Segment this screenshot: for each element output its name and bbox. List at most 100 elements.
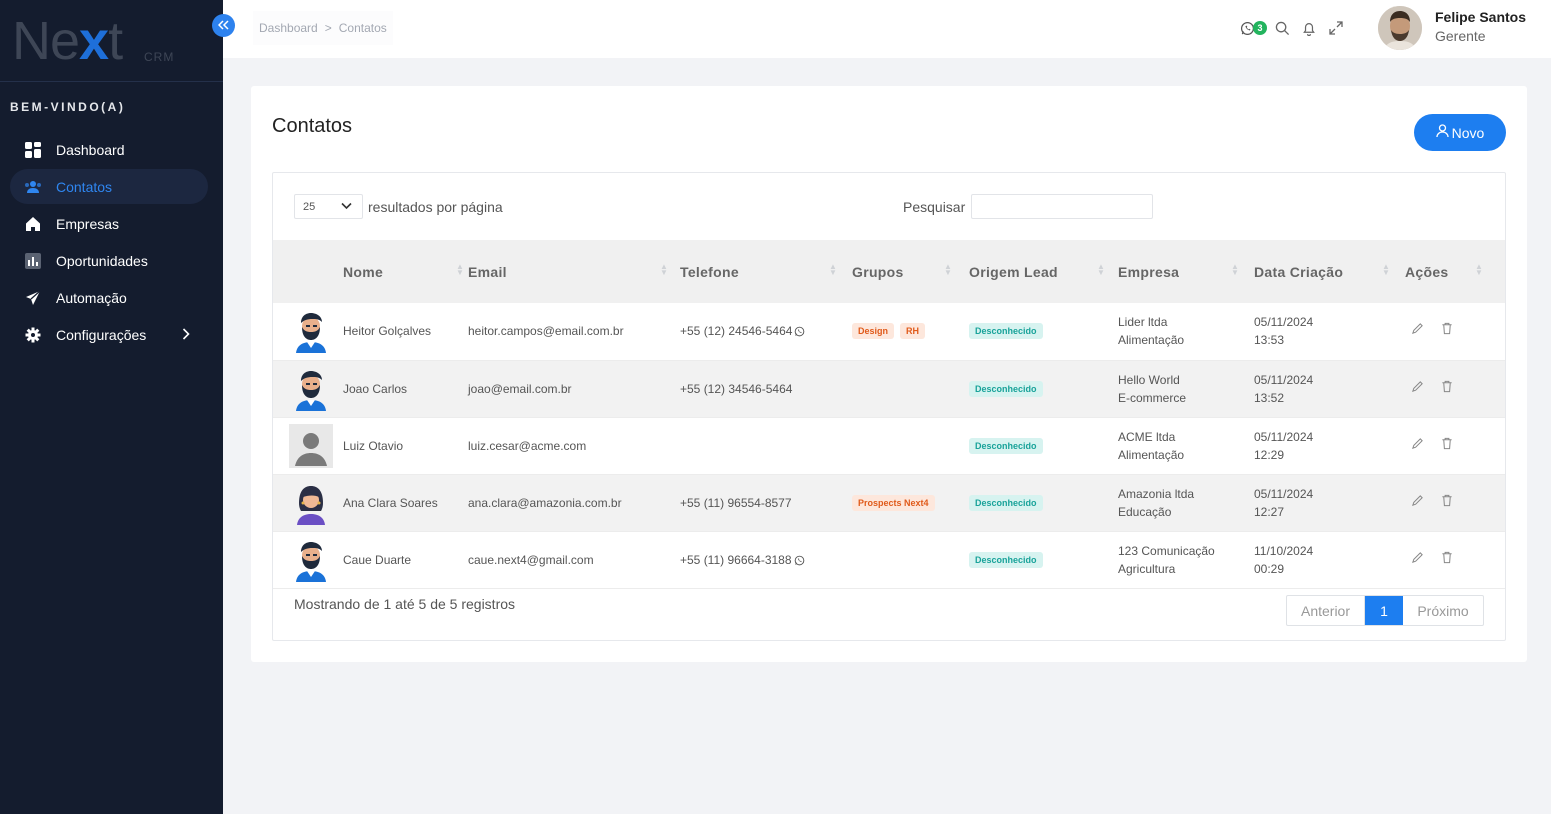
contact-company: Lider ltda Alimentação	[1118, 315, 1185, 348]
trash-icon[interactable]	[1441, 322, 1459, 340]
page-title: Contatos	[272, 115, 353, 137]
page-length-select[interactable]: 25	[294, 194, 363, 219]
breadcrumb-dashboard[interactable]: Dashboard	[259, 21, 318, 35]
new-contact-button[interactable]: Novo	[1414, 114, 1506, 151]
pagination-prev-button[interactable]: Anterior	[1287, 596, 1365, 625]
contact-created: 11/10/2024 00:29	[1254, 543, 1314, 576]
chevron-right-icon	[182, 327, 190, 343]
user-avatar[interactable]	[1378, 6, 1422, 50]
sidebar-item-configuracoes[interactable]: Configurações	[10, 317, 208, 352]
edit-icon[interactable]	[1411, 380, 1429, 398]
contact-actions	[1405, 531, 1505, 588]
contact-name[interactable]: Heitor Golçalves	[343, 303, 468, 360]
group-tag: Prospects Next4	[852, 494, 935, 511]
contact-name[interactable]: Ana Clara Soares	[343, 474, 468, 531]
trash-icon[interactable]	[1441, 380, 1459, 398]
logo[interactable]: Next CRM	[0, 0, 223, 82]
contact-created: 05/11/2024 13:52	[1254, 372, 1314, 405]
col-email[interactable]: Email ▲ ▼	[468, 240, 680, 303]
welcome-label: BEM-VINDO(A)	[10, 100, 126, 114]
collapse-sidebar-button[interactable]	[212, 14, 235, 37]
col-origem-lead[interactable]: Origem Lead ▲ ▼	[969, 240, 1118, 303]
contact-avatar[interactable]	[273, 481, 343, 525]
table-header-row: Nome ▲ ▼ Email ▲ ▼ Telefone ▲ ▼ Grupos ▲ ▼ Orige…	[273, 240, 1505, 303]
col-acoes[interactable]: Ações ▲ ▼	[1405, 240, 1505, 303]
sidebar-item-oportunidades[interactable]: Oportunidades	[10, 243, 208, 278]
pagination-next-button[interactable]: Próximo	[1403, 596, 1483, 625]
col-nome[interactable]: Nome ▲ ▼	[343, 240, 468, 303]
table-row[interactable]: Caue Duarte caue.next4@gmail.com +55 (11…	[273, 531, 1505, 588]
sort-icon: ▲ ▼	[1231, 262, 1240, 277]
edit-icon[interactable]	[1411, 437, 1429, 455]
bell-icon[interactable]	[1299, 18, 1319, 38]
col-grupos[interactable]: Grupos ▲ ▼	[852, 240, 969, 303]
sort-icon: ▲ ▼	[1097, 262, 1106, 277]
contact-origin: Desconhecido	[969, 474, 1118, 531]
table-row[interactable]: Joao Carlos joao@email.com.br +55 (12) 3…	[273, 360, 1505, 417]
contact-phone[interactable]: +55 (12) 24546-5464	[680, 303, 852, 360]
trash-icon[interactable]	[1441, 551, 1459, 569]
sidebar-item-automacao[interactable]: Automação	[10, 280, 208, 315]
contact-name[interactable]: Caue Duarte	[343, 531, 468, 588]
chart-icon	[24, 252, 42, 270]
table-row[interactable]: Ana Clara Soares ana.clara@amazonia.com.…	[273, 474, 1505, 531]
col-telefone[interactable]: Telefone ▲ ▼	[680, 240, 852, 303]
sidebar-item-empresas[interactable]: Empresas	[10, 206, 208, 241]
contact-phone[interactable]: +55 (11) 96664-3188	[680, 531, 852, 588]
contact-phone[interactable]	[680, 417, 852, 474]
contact-phone[interactable]: +55 (12) 34546-5464	[680, 360, 852, 417]
contact-avatar-cell	[273, 474, 343, 531]
pagination-page-1[interactable]: 1	[1365, 596, 1403, 625]
group-tag: RH	[900, 323, 926, 340]
contact-avatar[interactable]	[273, 538, 343, 582]
contact-email[interactable]: heitor.campos@email.com.br	[468, 303, 680, 360]
sidebar-item-dashboard[interactable]: Dashboard	[10, 132, 208, 167]
contact-origin: Desconhecido	[969, 360, 1118, 417]
col-data-criacao[interactable]: Data Criação ▲ ▼	[1254, 240, 1405, 303]
contact-created: 05/11/2024 12:27	[1254, 486, 1314, 519]
contact-email[interactable]: ana.clara@amazonia.com.br	[468, 474, 680, 531]
table-row[interactable]: Heitor Golçalves heitor.campos@email.com…	[273, 303, 1505, 360]
contact-name[interactable]: Luiz Otavio	[343, 417, 468, 474]
sidebar-item-label: Automação	[56, 289, 127, 306]
edit-icon[interactable]	[1411, 551, 1429, 569]
search-icon[interactable]	[1272, 18, 1292, 38]
contact-avatar-cell	[273, 531, 343, 588]
contact-actions	[1405, 474, 1505, 531]
user-role: Gerente	[1435, 28, 1486, 44]
pagination: Anterior 1 Próximo	[1286, 595, 1484, 626]
contact-avatar-cell	[273, 303, 343, 360]
col-avatar	[273, 240, 343, 303]
sidebar-item-label: Dashboard	[56, 141, 125, 158]
contact-avatar[interactable]	[273, 423, 343, 468]
contact-avatar[interactable]	[273, 309, 343, 354]
contact-company: Hello World E-commerce	[1118, 372, 1187, 405]
contact-avatar[interactable]	[273, 367, 343, 411]
search-input[interactable]	[971, 194, 1153, 219]
contact-email[interactable]: joao@email.com.br	[468, 360, 680, 417]
contact-company: Amazonia ltda Educação	[1118, 486, 1195, 519]
contacts-table: Nome ▲ ▼ Email ▲ ▼ Telefone ▲ ▼ Grupos ▲ ▼ Orige…	[273, 240, 1505, 589]
contact-email[interactable]: caue.next4@gmail.com	[468, 531, 680, 588]
expand-icon[interactable]	[1326, 18, 1346, 38]
user-name[interactable]: Felipe Santos	[1435, 9, 1526, 25]
contact-name[interactable]: Joao Carlos	[343, 360, 468, 417]
sort-icon: ▲ ▼	[944, 262, 953, 277]
contact-avatar-cell	[273, 417, 343, 474]
sidebar-item-contatos[interactable]: Contatos	[10, 169, 208, 204]
origin-tag: Desconhecido	[969, 323, 1043, 340]
trash-icon[interactable]	[1441, 437, 1459, 455]
whatsapp-count-badge: 3	[1253, 21, 1267, 35]
contact-actions	[1405, 303, 1505, 360]
edit-icon[interactable]	[1411, 322, 1429, 340]
sidebar-item-label: Oportunidades	[56, 252, 148, 269]
contact-origin: Desconhecido	[969, 531, 1118, 588]
sidebar-nav: Dashboard Contatos Empresas Oportunidade…	[10, 132, 208, 354]
contact-phone[interactable]: +55 (11) 96554-8577	[680, 474, 852, 531]
edit-icon[interactable]	[1411, 494, 1429, 512]
contact-email[interactable]: luiz.cesar@acme.com	[468, 417, 680, 474]
col-empresa[interactable]: Empresa ▲ ▼	[1118, 240, 1254, 303]
sort-icon: ▲ ▼	[1382, 262, 1391, 277]
table-row[interactable]: Luiz Otavio luiz.cesar@acme.com Desconhe…	[273, 417, 1505, 474]
trash-icon[interactable]	[1441, 494, 1459, 512]
